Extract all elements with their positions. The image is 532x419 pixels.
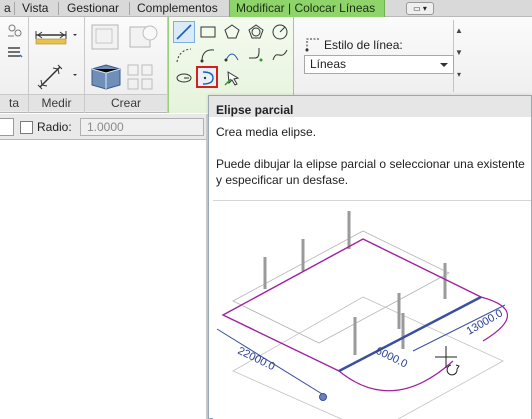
tab-modify-place-lines[interactable]: Modificar | Colocar Líneas bbox=[229, 0, 385, 17]
options-bar: Radio: 1.0000 bbox=[0, 114, 206, 140]
scroll-down-icon[interactable]: ▼ bbox=[454, 42, 464, 64]
tab-addins[interactable]: Complementos bbox=[131, 0, 224, 17]
tab-separator bbox=[129, 2, 130, 15]
tab-separator bbox=[14, 2, 15, 15]
options-input[interactable] bbox=[0, 118, 14, 136]
tooltip: Elipse parcial Crea media elipse. Puede … bbox=[208, 95, 532, 419]
panel-label-truncated: ta bbox=[0, 94, 28, 111]
create-component-icon[interactable] bbox=[90, 23, 124, 56]
pick-lines-tool-button[interactable] bbox=[221, 67, 243, 89]
circumscribed-polygon-tool-button[interactable] bbox=[245, 21, 267, 43]
chevron-down-icon bbox=[440, 63, 448, 67]
line-style-label: Estilo de línea: bbox=[324, 38, 403, 52]
spline-tool-button[interactable] bbox=[269, 44, 291, 66]
rectangle-tool-button[interactable] bbox=[197, 21, 219, 43]
create-group-icon[interactable] bbox=[128, 23, 160, 56]
tab-manage[interactable]: Gestionar bbox=[61, 0, 125, 17]
copy-to-clipboard-icon[interactable] bbox=[126, 63, 160, 94]
partial-ellipse-tool-button[interactable] bbox=[196, 66, 218, 88]
expand-gallery-icon[interactable]: ▾ bbox=[454, 64, 464, 86]
ellipse-tool-button[interactable] bbox=[173, 67, 195, 89]
line-tool-button[interactable] bbox=[173, 21, 195, 43]
tab-view[interactable]: Vista bbox=[16, 0, 54, 17]
tab-separator bbox=[58, 2, 59, 15]
scroll-up-icon[interactable]: ▲ bbox=[454, 20, 464, 42]
draw-gallery-scroll[interactable]: ▲ ▼ ▾ bbox=[453, 20, 463, 92]
aligned-dimension-icon[interactable] bbox=[34, 25, 78, 50]
tooltip-description: Puede dibujar la elipse parcial o selecc… bbox=[216, 157, 525, 187]
line-style-dropdown[interactable]: Líneas bbox=[304, 55, 454, 74]
partial-ellipse-illustration: 22000.0 6000.0 13000.0 bbox=[216, 211, 509, 419]
fillet-arc-tool-button[interactable] bbox=[245, 44, 267, 66]
tooltip-subtitle: Crea media elipse. bbox=[216, 125, 317, 139]
create-assembly-icon[interactable] bbox=[88, 63, 124, 94]
circle-tool-button[interactable] bbox=[269, 21, 291, 43]
line-style-value: Líneas bbox=[310, 57, 347, 71]
tooltip-title: Elipse parcial bbox=[216, 103, 294, 117]
dimension-left: 22000.0 bbox=[236, 345, 277, 373]
tag-icon[interactable] bbox=[6, 23, 24, 42]
polygon-tool-button[interactable] bbox=[221, 21, 243, 43]
tangent-arc-tool-button[interactable] bbox=[221, 44, 243, 66]
panel-label-create: Crear bbox=[85, 94, 167, 111]
list-icon[interactable] bbox=[6, 45, 24, 62]
center-ends-arc-tool-button[interactable] bbox=[197, 44, 219, 66]
radius-input[interactable]: 1.0000 bbox=[80, 118, 204, 136]
window-menu-icon[interactable]: ▭ ▾ bbox=[406, 2, 434, 15]
radius-checkbox[interactable] bbox=[20, 121, 33, 134]
crosshair-cursor-icon bbox=[435, 346, 460, 376]
panel-label-measure: Medir bbox=[29, 94, 84, 111]
ribbon-tab-bar: a Vista Gestionar Complementos Modificar… bbox=[0, 0, 532, 17]
line-style-icon bbox=[304, 36, 322, 55]
radius-label: Radio: bbox=[37, 120, 72, 134]
drawing-canvas[interactable] bbox=[0, 141, 206, 419]
measure-angle-icon[interactable] bbox=[34, 61, 78, 94]
tooltip-illustration: 22000.0 6000.0 13000.0 bbox=[213, 200, 531, 419]
start-end-arc-tool-button[interactable] bbox=[173, 44, 195, 66]
